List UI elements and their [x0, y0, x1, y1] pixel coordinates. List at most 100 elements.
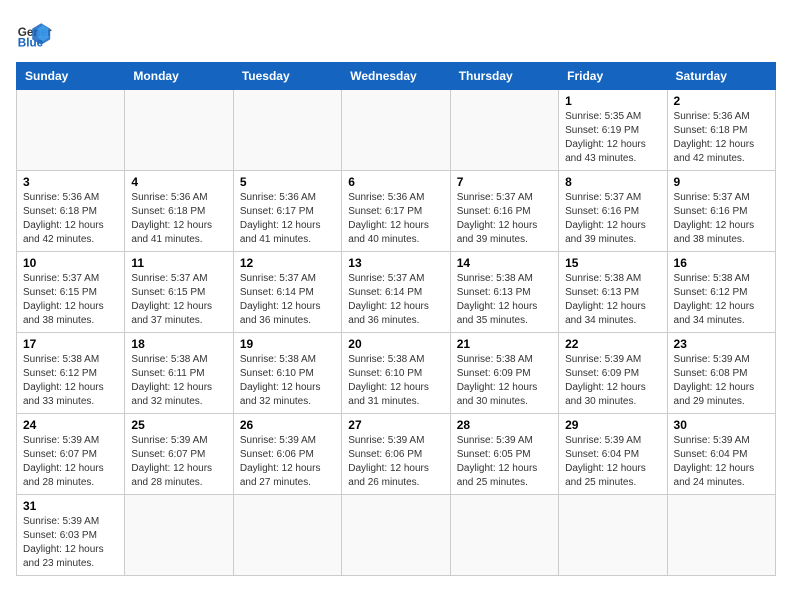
calendar-cell: 1 Sunrise: 5:35 AM Sunset: 6:19 PM Daylig… — [559, 90, 667, 171]
day-header-thursday: Thursday — [450, 63, 558, 90]
day-info: Sunrise: 5:35 AM Sunset: 6:19 PM Dayligh… — [565, 110, 660, 166]
calendar-cell: 30Sunrise: 5:39 AM Sunset: 6:04 PM Dayli… — [667, 414, 775, 495]
calendar-cell: 17 Sunrise: 5:38 AM Sunset: 6:12 PM Dayli… — [17, 333, 125, 414]
day-number: 5 — [240, 175, 335, 189]
calendar-cell: 29 Sunrise: 5:39 AM Sunset: 6:04 PM Dayli… — [559, 414, 667, 495]
week-row-2: 3 Sunrise: 5:36 AM Sunset: 6:18 PM Daylig… — [17, 171, 776, 252]
calendar-cell: 15 Sunrise: 5:38 AM Sunset: 6:13 PM Dayli… — [559, 252, 667, 333]
day-info: Sunrise: 5:36 AM Sunset: 6:17 PM Dayligh… — [240, 191, 335, 247]
calendar-cell — [559, 495, 667, 576]
logo-icon: General Blue — [16, 16, 52, 52]
day-info: Sunrise: 5:36 AM Sunset: 6:18 PM Dayligh… — [131, 191, 226, 247]
header-row: SundayMondayTuesdayWednesdayThursdayFrid… — [17, 63, 776, 90]
day-info: Sunrise: 5:37 AM Sunset: 6:16 PM Dayligh… — [457, 191, 552, 247]
day-number: 9 — [674, 175, 769, 189]
calendar-cell: 8 Sunrise: 5:37 AM Sunset: 6:16 PM Daylig… — [559, 171, 667, 252]
day-info: Sunrise: 5:38 AM Sunset: 6:10 PM Dayligh… — [240, 353, 335, 409]
day-number: 22 — [565, 337, 660, 351]
calendar-cell: 4Sunrise: 5:36 AM Sunset: 6:18 PM Daylig… — [125, 171, 233, 252]
calendar-cell — [450, 495, 558, 576]
day-number: 6 — [348, 175, 443, 189]
day-number: 7 — [457, 175, 552, 189]
day-number: 25 — [131, 418, 226, 432]
week-row-6: 31Sunrise: 5:39 AM Sunset: 6:03 PM Dayli… — [17, 495, 776, 576]
calendar-cell: 10 Sunrise: 5:37 AM Sunset: 6:15 PM Dayli… — [17, 252, 125, 333]
day-number: 30 — [674, 418, 769, 432]
calendar-cell — [125, 90, 233, 171]
calendar-cell — [450, 90, 558, 171]
day-header-saturday: Saturday — [667, 63, 775, 90]
day-info: Sunrise: 5:36 AM Sunset: 6:17 PM Dayligh… — [348, 191, 443, 247]
calendar-cell — [17, 90, 125, 171]
day-info: Sunrise: 5:39 AM Sunset: 6:08 PM Dayligh… — [674, 353, 769, 409]
calendar-cell: 23 Sunrise: 5:39 AM Sunset: 6:08 PM Dayli… — [667, 333, 775, 414]
day-info: Sunrise: 5:37 AM Sunset: 6:15 PM Dayligh… — [23, 272, 118, 328]
day-info: Sunrise: 5:39 AM Sunset: 6:07 PM Dayligh… — [23, 434, 118, 490]
day-info: Sunrise: 5:39 AM Sunset: 6:04 PM Dayligh… — [565, 434, 660, 490]
calendar-cell: 14 Sunrise: 5:38 AM Sunset: 6:13 PM Dayli… — [450, 252, 558, 333]
calendar-cell: 31Sunrise: 5:39 AM Sunset: 6:03 PM Dayli… — [17, 495, 125, 576]
day-header-tuesday: Tuesday — [233, 63, 341, 90]
day-info: Sunrise: 5:36 AM Sunset: 6:18 PM Dayligh… — [23, 191, 118, 247]
calendar-cell: 11Sunrise: 5:37 AM Sunset: 6:15 PM Dayli… — [125, 252, 233, 333]
calendar-cell — [342, 495, 450, 576]
calendar-cell: 25 Sunrise: 5:39 AM Sunset: 6:07 PM Dayli… — [125, 414, 233, 495]
day-info: Sunrise: 5:39 AM Sunset: 6:07 PM Dayligh… — [131, 434, 226, 490]
day-header-monday: Monday — [125, 63, 233, 90]
calendar-cell: 28Sunrise: 5:39 AM Sunset: 6:05 PM Dayli… — [450, 414, 558, 495]
week-row-1: 1 Sunrise: 5:35 AM Sunset: 6:19 PM Daylig… — [17, 90, 776, 171]
calendar-cell: 12 Sunrise: 5:37 AM Sunset: 6:14 PM Dayli… — [233, 252, 341, 333]
day-info: Sunrise: 5:39 AM Sunset: 6:05 PM Dayligh… — [457, 434, 552, 490]
day-info: Sunrise: 5:37 AM Sunset: 6:14 PM Dayligh… — [240, 272, 335, 328]
day-number: 17 — [23, 337, 118, 351]
day-number: 29 — [565, 418, 660, 432]
day-number: 24 — [23, 418, 118, 432]
day-number: 27 — [348, 418, 443, 432]
week-row-4: 17 Sunrise: 5:38 AM Sunset: 6:12 PM Dayli… — [17, 333, 776, 414]
day-info: Sunrise: 5:36 AM Sunset: 6:18 PM Dayligh… — [674, 110, 769, 166]
day-header-wednesday: Wednesday — [342, 63, 450, 90]
day-info: Sunrise: 5:39 AM Sunset: 6:06 PM Dayligh… — [348, 434, 443, 490]
day-number: 18 — [131, 337, 226, 351]
day-number: 10 — [23, 256, 118, 270]
day-number: 2 — [674, 94, 769, 108]
calendar-cell: 18 Sunrise: 5:38 AM Sunset: 6:11 PM Dayli… — [125, 333, 233, 414]
day-info: Sunrise: 5:38 AM Sunset: 6:13 PM Dayligh… — [457, 272, 552, 328]
day-number: 8 — [565, 175, 660, 189]
calendar-cell: 19 Sunrise: 5:38 AM Sunset: 6:10 PM Dayli… — [233, 333, 341, 414]
calendar-cell — [233, 90, 341, 171]
day-number: 14 — [457, 256, 552, 270]
calendar-cell — [125, 495, 233, 576]
calendar-cell: 27 Sunrise: 5:39 AM Sunset: 6:06 PM Dayli… — [342, 414, 450, 495]
day-number: 23 — [674, 337, 769, 351]
calendar-cell: 20 Sunrise: 5:38 AM Sunset: 6:10 PM Dayli… — [342, 333, 450, 414]
day-info: Sunrise: 5:38 AM Sunset: 6:12 PM Dayligh… — [674, 272, 769, 328]
day-info: Sunrise: 5:38 AM Sunset: 6:13 PM Dayligh… — [565, 272, 660, 328]
day-info: Sunrise: 5:37 AM Sunset: 6:15 PM Dayligh… — [131, 272, 226, 328]
calendar-cell — [342, 90, 450, 171]
day-info: Sunrise: 5:38 AM Sunset: 6:11 PM Dayligh… — [131, 353, 226, 409]
day-number: 12 — [240, 256, 335, 270]
day-number: 3 — [23, 175, 118, 189]
day-info: Sunrise: 5:37 AM Sunset: 6:14 PM Dayligh… — [348, 272, 443, 328]
calendar-table: SundayMondayTuesdayWednesdayThursdayFrid… — [16, 62, 776, 576]
day-number: 13 — [348, 256, 443, 270]
day-number: 26 — [240, 418, 335, 432]
day-info: Sunrise: 5:37 AM Sunset: 6:16 PM Dayligh… — [565, 191, 660, 247]
day-number: 31 — [23, 499, 118, 513]
calendar-cell: 7 Sunrise: 5:37 AM Sunset: 6:16 PM Daylig… — [450, 171, 558, 252]
day-number: 20 — [348, 337, 443, 351]
calendar-cell — [667, 495, 775, 576]
day-number: 19 — [240, 337, 335, 351]
page-header: General Blue — [16, 16, 776, 52]
day-info: Sunrise: 5:37 AM Sunset: 6:16 PM Dayligh… — [674, 191, 769, 247]
calendar-cell: 13 Sunrise: 5:37 AM Sunset: 6:14 PM Dayli… — [342, 252, 450, 333]
day-number: 1 — [565, 94, 660, 108]
day-info: Sunrise: 5:39 AM Sunset: 6:09 PM Dayligh… — [565, 353, 660, 409]
day-info: Sunrise: 5:38 AM Sunset: 6:12 PM Dayligh… — [23, 353, 118, 409]
day-number: 15 — [565, 256, 660, 270]
calendar-cell: 2 Sunrise: 5:36 AM Sunset: 6:18 PM Daylig… — [667, 90, 775, 171]
calendar-cell: 3 Sunrise: 5:36 AM Sunset: 6:18 PM Daylig… — [17, 171, 125, 252]
calendar-cell: 21Sunrise: 5:38 AM Sunset: 6:09 PM Dayli… — [450, 333, 558, 414]
day-info: Sunrise: 5:38 AM Sunset: 6:10 PM Dayligh… — [348, 353, 443, 409]
